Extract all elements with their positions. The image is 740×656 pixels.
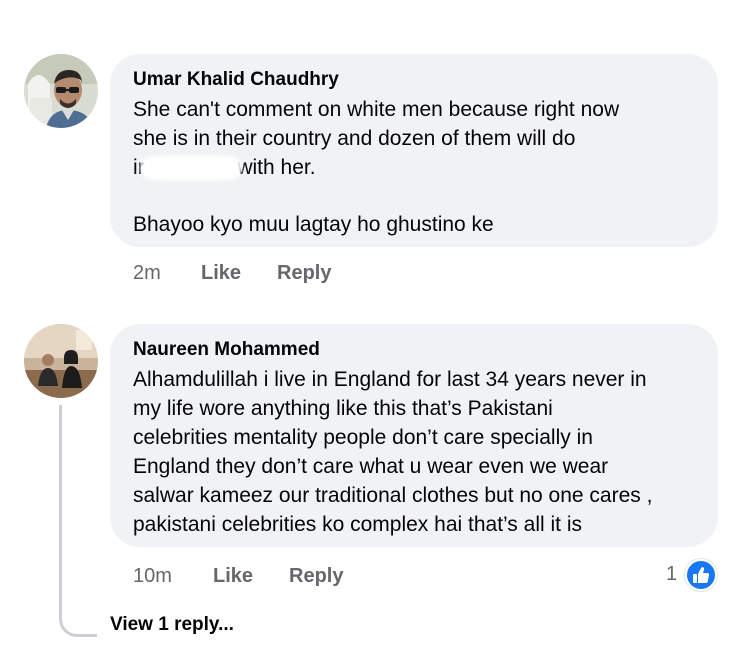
avatar-naureen[interactable]: [24, 324, 98, 398]
comment-text-line: pakistani celebrities ko complex hai tha…: [133, 513, 582, 536]
comment-actions-umar: 2m Like Reply: [133, 262, 433, 288]
reply-button[interactable]: Reply: [289, 565, 343, 588]
comment-text-line: she is in their country and dozen of the…: [133, 127, 576, 150]
comment-timestamp[interactable]: 10m: [133, 565, 172, 588]
comment-text-line: England they don’t care what u wear even…: [133, 455, 609, 478]
comment-timestamp[interactable]: 2m: [133, 262, 161, 285]
comment-text-line: salwar kameez our traditional clothes bu…: [133, 484, 653, 507]
comment-bubble-umar: Umar Khalid Chaudhry She can't comment o…: [110, 54, 718, 247]
comment-actions-naureen: 10m Like Reply: [133, 565, 433, 591]
comment-bubble-naureen: Naureen Mohammed Alhamdulillah i live in…: [110, 324, 718, 547]
avatar-photo-umar: [24, 54, 98, 128]
thumbs-up-glyph: [693, 567, 710, 583]
redaction-mark: [140, 156, 242, 180]
like-button[interactable]: Like: [213, 565, 253, 588]
reaction-count[interactable]: 1: [666, 563, 677, 586]
reply-button[interactable]: Reply: [277, 262, 331, 285]
like-button[interactable]: Like: [201, 262, 241, 285]
comment-text-line: Alhamdulillah i live in England for last…: [133, 368, 647, 391]
comment-text-line: She can't comment on white men because r…: [133, 98, 620, 121]
thumbs-up-icon[interactable]: [685, 559, 717, 591]
comment-author[interactable]: Naureen Mohammed: [133, 339, 320, 361]
avatar-photo-naureen: [24, 324, 98, 398]
comment-text-line: my life wore anything like this that’s P…: [133, 397, 553, 420]
comments-section: Umar Khalid Chaudhry She can't comment o…: [0, 0, 740, 656]
avatar-umar[interactable]: [24, 54, 98, 128]
comment-author[interactable]: Umar Khalid Chaudhry: [133, 69, 339, 91]
view-replies-link[interactable]: View 1 reply...: [110, 614, 234, 636]
comment-text-line: Bhayoo kyo muu lagtay ho ghustino ke: [133, 213, 494, 236]
comment-text-line: celebrities mentality people don’t care …: [133, 426, 593, 449]
reply-thread-line: [59, 405, 97, 637]
